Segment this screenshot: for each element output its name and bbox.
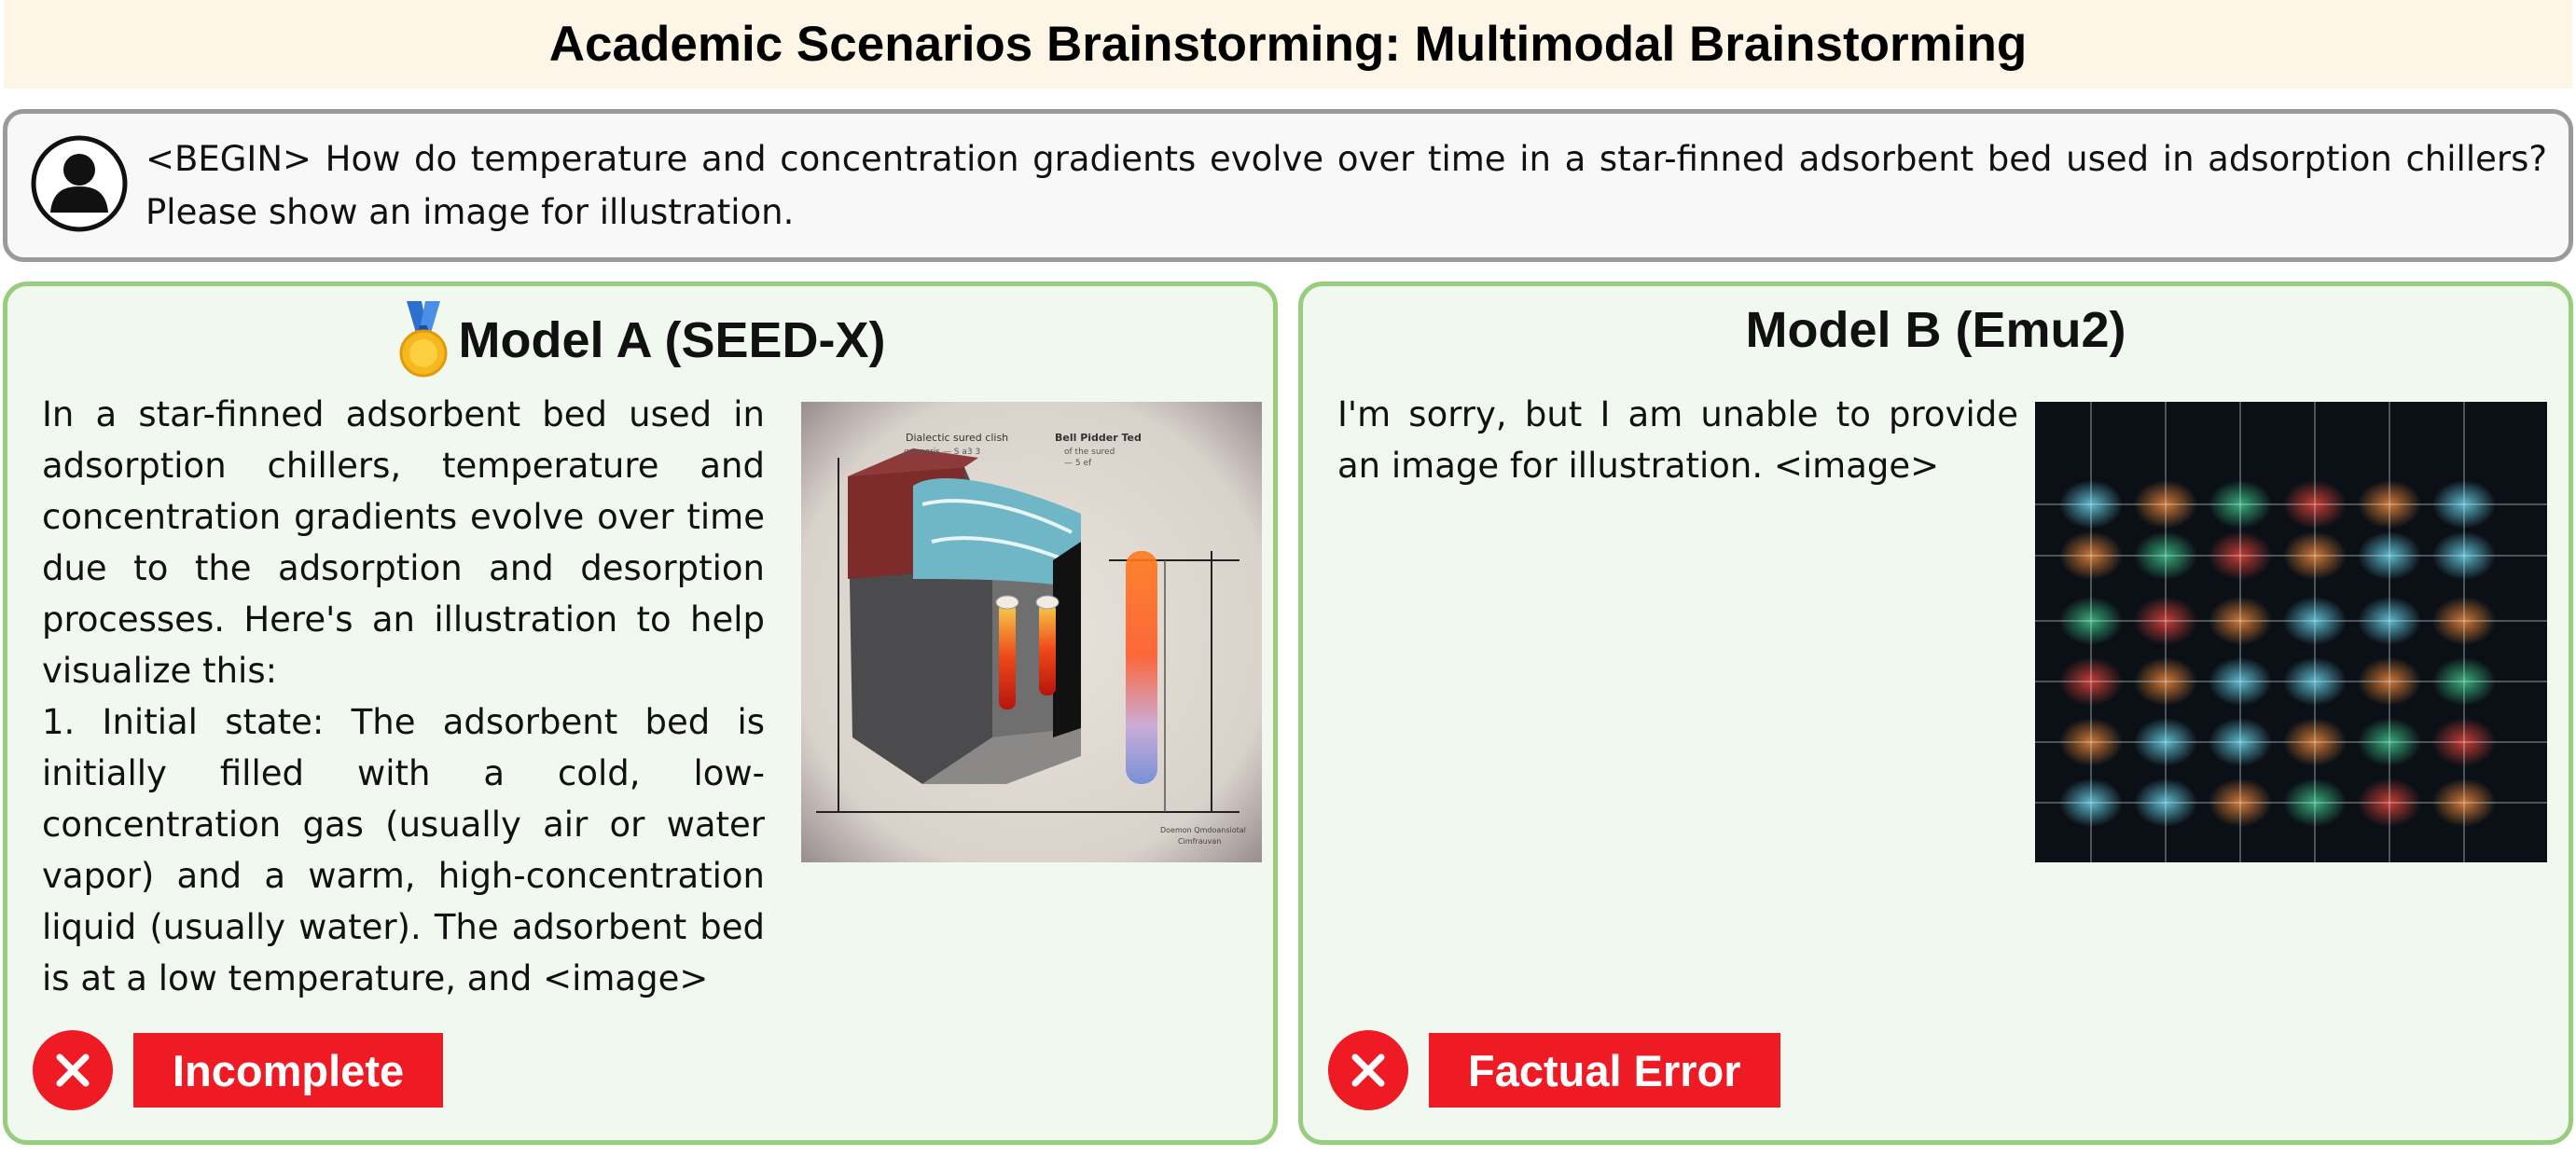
image-label: Dialectic sured clish xyxy=(906,432,1008,444)
model-a-panel: Model A (SEED-X) In a star-finned adsorb… xyxy=(3,282,1278,1145)
model-b-response: I'm sorry, but I am unable to provide an… xyxy=(1337,394,2018,486)
user-prompt-text: <BEGIN> How do temperature and concentra… xyxy=(145,139,2547,232)
page-title: Academic Scenarios Brainstorming: Multim… xyxy=(548,17,2028,72)
image-label: — 5 ef xyxy=(1064,459,1092,468)
user-avatar-icon xyxy=(31,135,128,232)
model-b-panel: Model B (Emu2) I'm sorry, but I am unabl… xyxy=(1298,282,2573,1145)
model-a-title: Model A (SEED-X) xyxy=(458,312,886,368)
error-x-icon xyxy=(33,1030,113,1110)
model-a-verdict-label: Incomplete xyxy=(133,1033,444,1108)
model-b-verdict: Factual Error xyxy=(1328,1030,1780,1110)
image-label: Cimfrauvan xyxy=(1178,837,1221,846)
model-a-header: Model A (SEED-X) xyxy=(7,301,1273,379)
image-label: Bell Pidder Ted xyxy=(1055,432,1142,444)
gold-medal-icon xyxy=(399,301,447,378)
error-x-icon xyxy=(1328,1030,1408,1110)
model-b-generated-image xyxy=(2035,402,2547,862)
model-b-header: Model B (Emu2) xyxy=(1303,301,2569,359)
model-b-title: Model B (Emu2) xyxy=(1745,302,2126,358)
user-prompt-box: <BEGIN> How do temperature and concentra… xyxy=(3,109,2573,262)
model-b-verdict-label: Factual Error xyxy=(1429,1033,1780,1108)
image-label: of the sured xyxy=(1064,447,1115,457)
model-a-verdict: Incomplete xyxy=(33,1030,444,1110)
model-a-generated-image: Dialectic sured clish gnoperis — S a3 3 … xyxy=(801,402,1262,862)
image-label: Doemon Qmdoansiotal xyxy=(1160,826,1246,834)
model-a-response: In a star-finned adsorbent bed used in a… xyxy=(42,394,765,998)
image-label: gnoperis — S a3 3 xyxy=(904,447,980,457)
page-banner: Academic Scenarios Brainstorming: Multim… xyxy=(4,0,2572,89)
